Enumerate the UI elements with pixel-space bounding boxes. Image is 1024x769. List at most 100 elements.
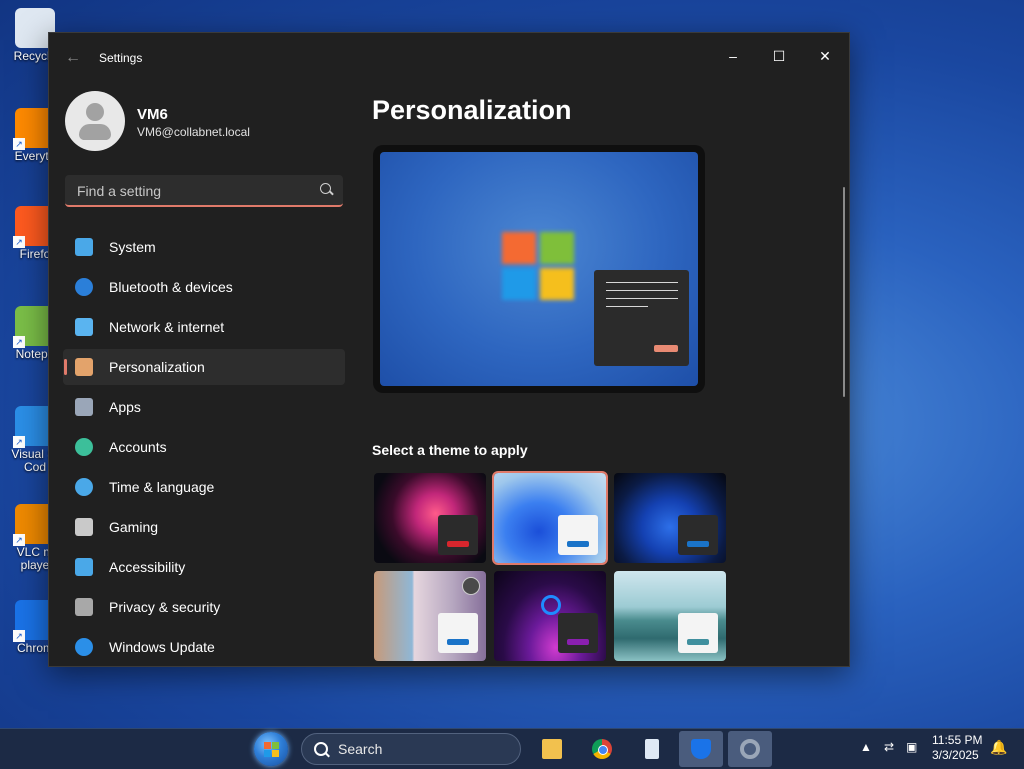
sidebar-item-label: Accessibility — [109, 559, 186, 575]
sidebar-item-gaming[interactable]: Gaming — [63, 509, 345, 545]
update-icon — [75, 638, 93, 656]
clock[interactable]: 11:55 PM 3/3/2025 — [932, 733, 982, 763]
sidebar-item-label: Apps — [109, 399, 141, 415]
search-icon[interactable] — [320, 183, 331, 194]
theme-accent-bar — [567, 639, 589, 645]
chrome-icon[interactable] — [580, 731, 624, 767]
windows-logo-icon — [502, 232, 576, 302]
sidebar-item-time-language[interactable]: Time & language — [63, 469, 345, 505]
taskbar: Search ▲ ⇄ ▣ 11:55 PM 3/3/2025 🔔 — [0, 728, 1024, 769]
profile-email: VM6@collabnet.local — [137, 125, 250, 139]
theme-accent-bar — [447, 541, 469, 547]
sidebar-item-label: Network & internet — [109, 319, 225, 335]
taskbar-search-label: Search — [338, 741, 383, 757]
clock-time: 11:55 PM — [932, 733, 983, 747]
wifi-icon — [75, 318, 93, 336]
sidebar-item-system[interactable]: System — [63, 229, 345, 265]
sidebar-item-label: Privacy & security — [109, 599, 221, 615]
sidebar-item-label: Personalization — [109, 359, 205, 375]
sidebar-item-apps[interactable]: Apps — [63, 389, 345, 425]
person-icon — [75, 438, 93, 456]
sidebar-item-accessibility[interactable]: Accessibility — [63, 549, 345, 585]
start-button[interactable] — [254, 732, 288, 766]
accessibility-icon — [75, 558, 93, 576]
close-button[interactable]: ✕ — [803, 41, 847, 71]
settings-icon[interactable] — [728, 731, 772, 767]
network-icon[interactable]: ⇄ — [884, 740, 894, 754]
theme-window-card — [678, 515, 718, 555]
title-bar[interactable]: ← Settings – ☐ ✕ — [49, 33, 849, 83]
sidebar-item-privacy-security[interactable]: Privacy & security — [63, 589, 345, 625]
theme-accent-bar — [687, 541, 709, 547]
sidebar-item-label: Accounts — [109, 439, 167, 455]
display-icon[interactable]: ▣ — [906, 740, 917, 754]
scrollbar[interactable] — [843, 187, 845, 397]
avatar-body — [79, 124, 111, 140]
settings-window: ← Settings – ☐ ✕ VM6 VM6@collabnet.local… — [48, 32, 850, 667]
shortcut-arrow-icon: ↗ — [13, 630, 25, 642]
theme-thumbnail[interactable] — [614, 571, 726, 661]
theme-thumbnail[interactable] — [374, 571, 486, 661]
minimize-button[interactable]: – — [711, 41, 755, 71]
gamepad-icon — [75, 518, 93, 536]
main-content: Personalization Select a theme to apply — [371, 83, 849, 666]
avatar[interactable] — [65, 91, 125, 151]
theme-thumbnail[interactable] — [614, 473, 726, 563]
theme-accent-bar — [687, 639, 709, 645]
taskbar-search[interactable]: Search — [301, 733, 521, 765]
shortcut-arrow-icon: ↗ — [13, 236, 25, 248]
notepad-icon[interactable] — [630, 731, 674, 767]
maximize-button[interactable]: ☐ — [757, 41, 801, 71]
shortcut-arrow-icon: ↗ — [13, 336, 25, 348]
ring-decoration — [541, 595, 561, 615]
theme-window-card — [438, 515, 478, 555]
preview-screen — [380, 152, 698, 386]
sidebar-item-label: Time & language — [109, 479, 215, 495]
theme-accent-bar — [447, 639, 469, 645]
window-title: Settings — [99, 51, 143, 65]
sidebar-item-bluetooth-devices[interactable]: Bluetooth & devices — [63, 269, 345, 305]
notification-icon[interactable]: 🔔 — [990, 739, 1007, 756]
sidebar-item-label: Windows Update — [109, 639, 215, 655]
shield-icon — [75, 598, 93, 616]
preview-dialog — [594, 270, 689, 366]
sidebar-nav: System Bluetooth & devices Network & inter… — [63, 229, 345, 666]
theme-badge-icon — [462, 577, 480, 595]
search-box[interactable] — [65, 175, 343, 207]
apps-icon — [75, 398, 93, 416]
sidebar-item-windows-update[interactable]: Windows Update — [63, 629, 345, 665]
theme-accent-bar — [567, 541, 589, 547]
search-icon — [314, 742, 328, 756]
theme-thumbnail[interactable] — [374, 473, 486, 563]
theme-window-card — [678, 613, 718, 653]
sidebar-item-label: Bluetooth & devices — [109, 279, 233, 295]
file-explorer-icon[interactable] — [530, 731, 574, 767]
theme-window-card — [558, 613, 598, 653]
sidebar-item-label: Gaming — [109, 519, 159, 535]
brush-icon — [75, 358, 93, 376]
theme-thumbnail[interactable] — [492, 471, 608, 565]
theme-thumbnail[interactable] — [494, 571, 606, 661]
search-input[interactable] — [75, 179, 309, 203]
page-title: Personalization — [372, 95, 572, 125]
sidebar-item-accounts[interactable]: Accounts — [63, 429, 345, 465]
back-arrow-icon[interactable]: ← — [63, 49, 83, 67]
tray-chevron-icon[interactable]: ▲ — [860, 740, 872, 754]
shortcut-arrow-icon: ↗ — [13, 534, 25, 546]
shortcut-arrow-icon: ↗ — [13, 138, 25, 150]
theme-window-card — [558, 515, 598, 555]
globe-clock-icon — [75, 478, 93, 496]
bluetooth-icon — [75, 278, 93, 296]
theme-window-card — [438, 613, 478, 653]
theme-preview — [373, 145, 705, 393]
defender-icon[interactable] — [679, 731, 723, 767]
clock-date: 3/3/2025 — [932, 748, 979, 762]
avatar-head — [86, 103, 104, 121]
preview-dialog-button — [654, 345, 678, 352]
monitor-icon — [75, 238, 93, 256]
sidebar-item-network-internet[interactable]: Network & internet — [63, 309, 345, 345]
themes-label: Select a theme to apply — [372, 442, 528, 458]
profile-name: VM6 — [137, 106, 168, 123]
sidebar-item-personalization[interactable]: Personalization — [63, 349, 345, 385]
sidebar-item-label: System — [109, 239, 156, 255]
